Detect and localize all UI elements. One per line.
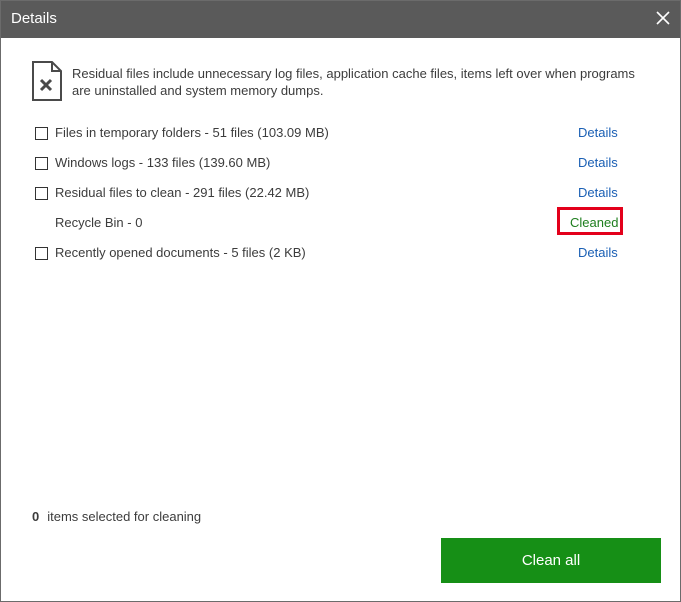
- details-link[interactable]: Details: [578, 125, 618, 140]
- title-bar: Details: [1, 1, 680, 38]
- item-checkbox[interactable]: [35, 247, 48, 260]
- close-icon: [656, 11, 670, 25]
- details-link[interactable]: Details: [578, 245, 618, 260]
- dialog-title: Details: [11, 10, 57, 27]
- clean-all-button[interactable]: Clean all: [441, 538, 661, 583]
- item-label: Files in temporary folders - 51 files (1…: [55, 125, 329, 140]
- item-checkbox[interactable]: [35, 187, 48, 200]
- list-item: Recently opened documents - 5 files (2 K…: [35, 244, 635, 264]
- selection-summary: 0 items selected for cleaning: [32, 509, 201, 524]
- item-checkbox[interactable]: [35, 157, 48, 170]
- item-label: Residual files to clean - 291 files (22.…: [55, 185, 310, 200]
- details-link[interactable]: Details: [578, 155, 618, 170]
- cleaned-status: Cleaned: [570, 215, 619, 230]
- item-label: Recycle Bin - 0: [55, 215, 143, 230]
- file-delete-icon: [32, 61, 62, 101]
- item-checkbox[interactable]: [35, 127, 48, 140]
- item-label: Recently opened documents - 5 files (2 K…: [55, 245, 306, 260]
- list-item: Recycle Bin - 0 Cleaned: [35, 207, 635, 235]
- item-label: Windows logs - 133 files (139.60 MB): [55, 155, 271, 170]
- details-link[interactable]: Details: [578, 185, 618, 200]
- list-item: Files in temporary folders - 51 files (1…: [35, 124, 635, 144]
- cleaned-status-highlight: Cleaned: [557, 207, 623, 235]
- selected-count-text: items selected for cleaning: [47, 509, 202, 524]
- list-item: Windows logs - 133 files (139.60 MB) Det…: [35, 154, 635, 174]
- close-button[interactable]: [648, 3, 678, 33]
- intro-description: Residual files include unnecessary log f…: [72, 66, 635, 98]
- selected-count: 0: [32, 509, 40, 524]
- details-dialog: Details Residual files include unnecessa…: [0, 0, 681, 602]
- list-item: Residual files to clean - 291 files (22.…: [35, 184, 635, 204]
